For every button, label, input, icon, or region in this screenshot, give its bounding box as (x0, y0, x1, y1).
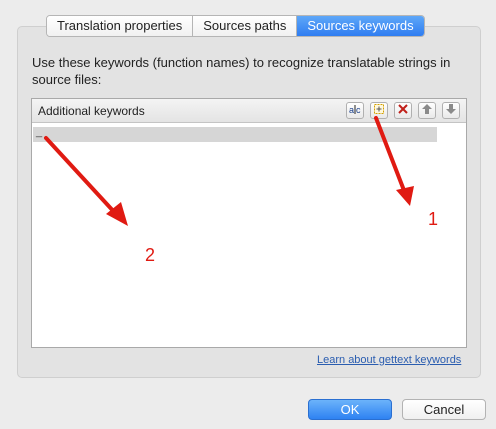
list-scroll-area (438, 123, 466, 347)
keyword-text: _ (36, 126, 43, 138)
move-down-button[interactable] (442, 102, 460, 119)
move-down-icon (445, 103, 457, 118)
delete-keyword-button[interactable] (394, 102, 412, 119)
edit-keyword-button[interactable]: a c (346, 102, 364, 119)
keywords-list-header: Additional keywords a c (32, 99, 466, 123)
annotation-label-1: 1 (428, 209, 439, 229)
add-keyword-icon (373, 103, 385, 118)
tab-sources-keywords[interactable]: Sources keywords (297, 16, 424, 36)
cancel-button[interactable]: Cancel (402, 399, 486, 420)
svg-text:c: c (356, 105, 361, 115)
keywords-list-title: Additional keywords (38, 104, 145, 118)
tab-sources-paths[interactable]: Sources paths (193, 16, 298, 36)
tab-bar: Translation properties Sources paths Sou… (46, 15, 425, 37)
svg-text:a: a (349, 105, 354, 115)
description-text: Use these keywords (function names) to r… (32, 55, 451, 87)
gettext-help-link[interactable]: Learn about gettext keywords (317, 354, 461, 366)
keywords-list[interactable]: Additional keywords a c _ (31, 98, 467, 348)
ok-button[interactable]: OK (308, 399, 392, 420)
move-up-icon (421, 103, 433, 118)
move-up-button[interactable] (418, 102, 436, 119)
annotation-label-2: 2 (145, 245, 156, 265)
tab-translation-properties[interactable]: Translation properties (47, 16, 194, 36)
add-keyword-button[interactable] (370, 102, 388, 119)
list-item[interactable]: _ (33, 126, 437, 142)
delete-icon (397, 103, 409, 118)
edit-text-icon: a c (348, 103, 362, 118)
